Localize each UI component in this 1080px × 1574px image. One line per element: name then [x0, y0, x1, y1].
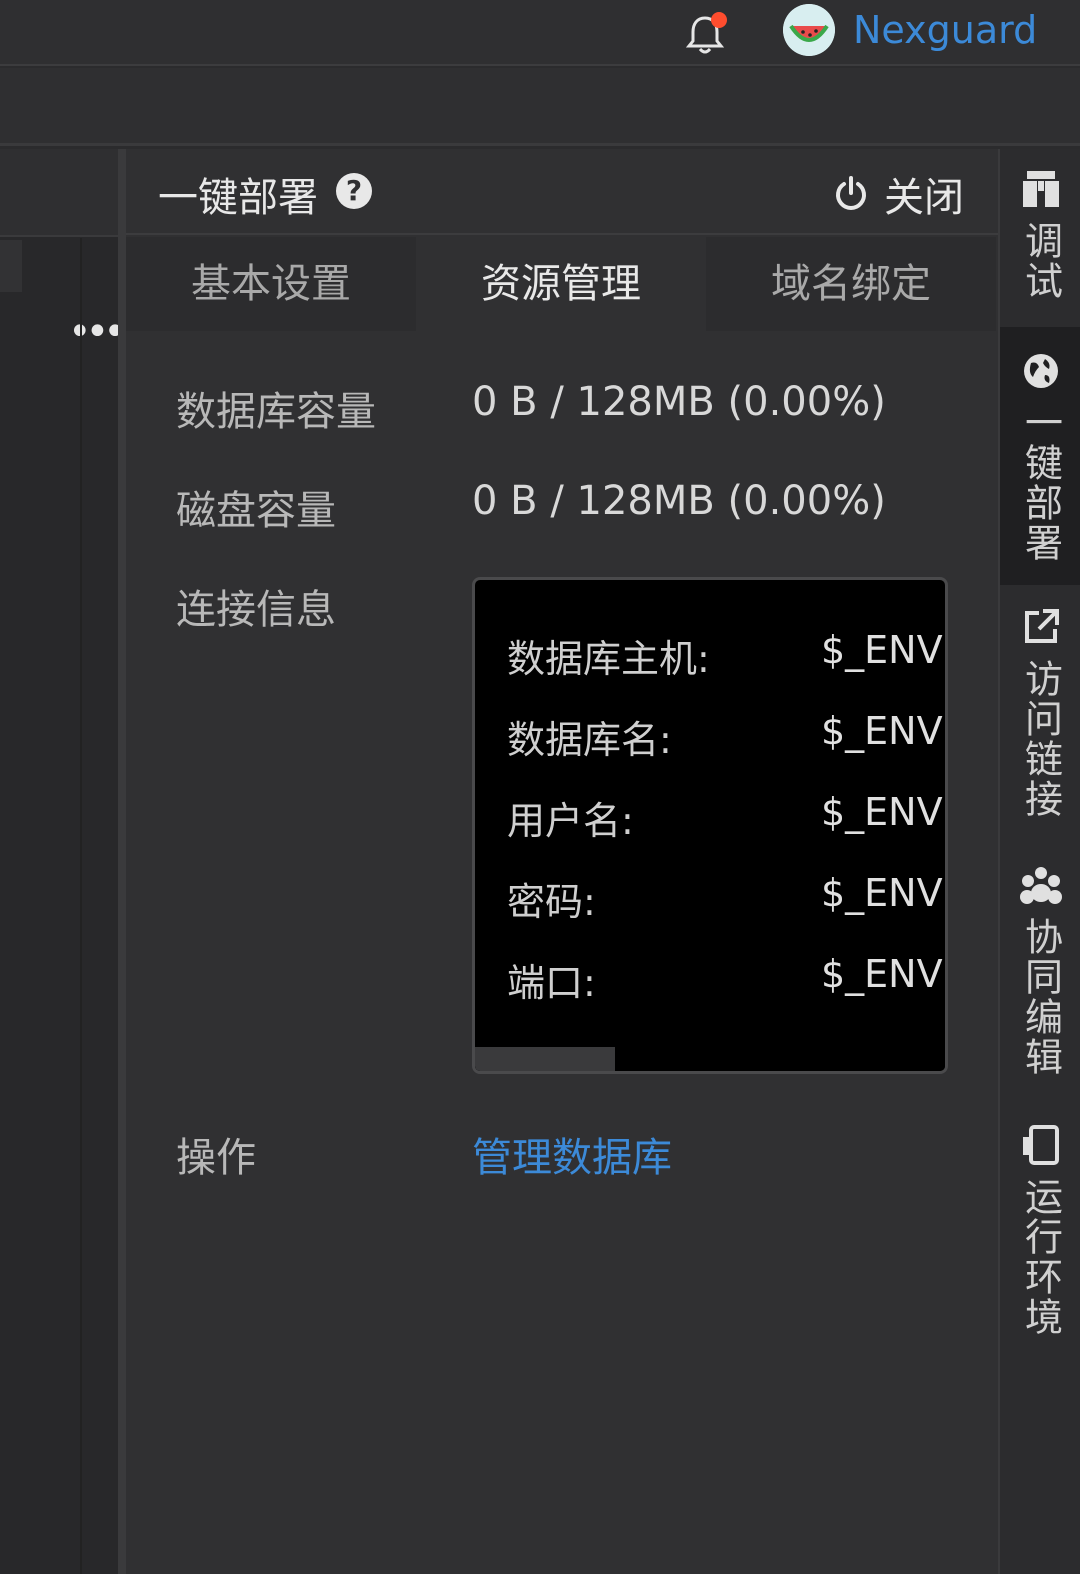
conn-value-port: $_ENV	[821, 952, 943, 996]
notification-dot	[711, 12, 727, 28]
conn-value-password: $_ENV	[821, 871, 943, 915]
right-sidebar: 调试 一键部署 访问链接 协同编辑 运行环境	[998, 149, 1080, 1574]
external-link-icon	[1025, 609, 1059, 643]
horizontal-scrollbar[interactable]	[475, 1047, 945, 1071]
panel-title: 一键部署	[158, 175, 318, 221]
conn-key-dbname: 数据库名:	[507, 718, 672, 762]
avatar[interactable]	[783, 4, 835, 56]
deploy-panel: 一键部署 ? 关闭 基本设置 资源管理 域名绑定 数据库容量 0 B / 128…	[126, 149, 998, 1574]
more-icon[interactable]: •••	[68, 312, 127, 352]
actions-label: 操作	[176, 1135, 256, 1181]
sidebar-label-access-link: 访问链接	[1018, 659, 1063, 819]
connection-info-box[interactable]: 数据库主机: $_ENV 数据库名: $_ENV 用户名: $_ENV 密码: …	[472, 577, 948, 1074]
disk-capacity-label: 磁盘容量	[176, 488, 336, 534]
sidebar-label-debug: 调试	[1018, 221, 1063, 301]
close-label: 关闭	[884, 175, 964, 221]
conn-value-username: $_ENV	[821, 790, 943, 834]
db-capacity-label: 数据库容量	[176, 389, 376, 435]
device-icon	[1023, 1125, 1059, 1165]
help-icon[interactable]: ?	[336, 173, 372, 209]
conn-key-username: 用户名:	[507, 799, 634, 843]
sidebar-item-collab-edit[interactable]: 协同编辑	[1000, 863, 1080, 1107]
db-capacity-value: 0 B / 128MB (0.00%)	[472, 379, 886, 425]
scrollbar-thumb[interactable]	[475, 1047, 615, 1071]
toolbar	[0, 68, 1080, 146]
username[interactable]: Nexguard	[853, 8, 1037, 52]
manage-database-link[interactable]: 管理数据库	[472, 1125, 672, 1183]
globe-icon	[1024, 354, 1058, 388]
panel-tabs: 基本设置 资源管理 域名绑定	[126, 237, 998, 331]
conn-key-password: 密码:	[507, 880, 596, 924]
close-button[interactable]: 关闭	[832, 165, 964, 223]
editor-tab-stub	[0, 240, 22, 292]
connection-info-label: 连接信息	[176, 587, 336, 633]
conn-value-host: $_ENV	[821, 628, 943, 672]
sidebar-label-collab-edit: 协同编辑	[1018, 917, 1063, 1077]
pane-resizer[interactable]	[118, 149, 126, 1574]
tab-resource-management[interactable]: 资源管理	[416, 237, 706, 331]
sidebar-label-runtime: 运行环境	[1018, 1177, 1063, 1337]
sidebar-item-runtime[interactable]: 运行环境	[1000, 1123, 1080, 1367]
top-header: Nexguard	[0, 0, 1080, 66]
disk-capacity-value: 0 B / 128MB (0.00%)	[472, 478, 886, 524]
tab-basic-settings[interactable]: 基本设置	[126, 237, 416, 331]
power-icon	[836, 176, 866, 210]
sidebar-item-deploy[interactable]: 一键部署	[1000, 327, 1080, 585]
team-icon	[1020, 867, 1062, 904]
conn-key-host: 数据库主机:	[507, 637, 710, 681]
sidebar-item-access-link[interactable]: 访问链接	[1000, 605, 1080, 849]
editor-gutter-line	[80, 238, 82, 1574]
panel-header: 一键部署 ? 关闭	[126, 149, 998, 235]
sidebar-item-debug[interactable]: 调试	[1000, 167, 1080, 327]
conn-key-port: 端口:	[507, 961, 596, 1005]
tab-domain-binding[interactable]: 域名绑定	[706, 237, 996, 331]
sidebar-label-deploy: 一键部署	[1018, 403, 1063, 563]
conn-value-dbname: $_ENV	[821, 709, 943, 753]
debug-icon	[1023, 171, 1059, 207]
